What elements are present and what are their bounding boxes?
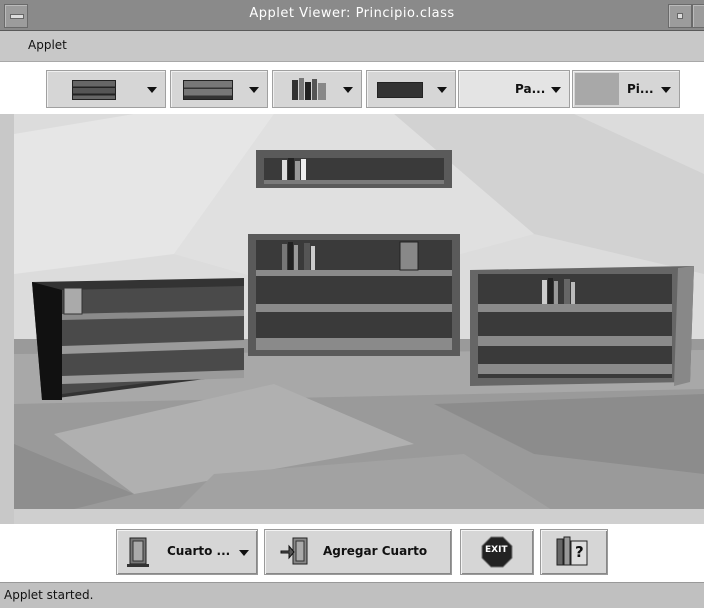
- floor-swatch-icon: [575, 73, 619, 105]
- floor-edge: [14, 509, 704, 524]
- chevron-down-icon: [661, 87, 671, 93]
- exit-button[interactable]: EXIT: [460, 529, 534, 575]
- book[interactable]: [311, 246, 315, 270]
- shelf-style-dropdown-3[interactable]: [366, 70, 456, 108]
- bottom-toolbar: Cuarto ... Agregar Cuarto EXIT ?: [0, 524, 704, 582]
- applet-viewer-window: Applet Viewer: Principio.class Applet Pa…: [0, 0, 704, 608]
- room-select-label: Cuarto ...: [167, 544, 231, 558]
- book[interactable]: [399, 241, 419, 271]
- center-bookcase[interactable]: [248, 234, 460, 356]
- shelf-style-dropdown-1[interactable]: [46, 70, 166, 108]
- floor-pattern-dropdown[interactable]: Pi...: [572, 70, 680, 108]
- shelf-swatch-icon: [183, 80, 233, 100]
- menu-bar: Applet: [0, 31, 704, 62]
- chevron-down-icon: [239, 550, 249, 556]
- book[interactable]: [288, 242, 293, 270]
- book[interactable]: [304, 243, 310, 270]
- exit-label: EXIT: [485, 545, 508, 555]
- door-icon: [127, 537, 149, 567]
- title-bar[interactable]: Applet Viewer: Principio.class: [0, 0, 704, 31]
- book[interactable]: [542, 280, 547, 304]
- help-button[interactable]: ?: [540, 529, 608, 575]
- add-room-button[interactable]: Agregar Cuarto: [264, 529, 452, 575]
- floor-pattern-label: Pi...: [627, 82, 654, 96]
- chevron-down-icon: [343, 87, 353, 93]
- books-icon: [292, 78, 326, 100]
- help-books-icon: [556, 536, 588, 566]
- chevron-down-icon: [147, 87, 157, 93]
- style-toolbar: Pa... Pi...: [0, 62, 704, 114]
- room-canvas[interactable]: [14, 114, 704, 524]
- book[interactable]: [554, 281, 558, 304]
- minimize-icon: [677, 13, 683, 19]
- left-margin: [0, 114, 14, 524]
- shelf-swatch-icon: [377, 82, 423, 98]
- book[interactable]: [282, 160, 287, 180]
- wall-shelf[interactable]: [256, 150, 452, 188]
- book[interactable]: [295, 161, 300, 180]
- wall-pattern-dropdown[interactable]: Pa...: [458, 70, 570, 108]
- chevron-down-icon: [551, 87, 561, 93]
- help-label: ?: [575, 543, 584, 561]
- book[interactable]: [282, 244, 287, 270]
- enter-door-icon: [280, 537, 308, 565]
- book[interactable]: [548, 278, 553, 304]
- shelf-style-dropdown-2[interactable]: [170, 70, 268, 108]
- add-room-label: Agregar Cuarto: [323, 544, 428, 558]
- books-style-dropdown[interactable]: [272, 70, 362, 108]
- status-text: Applet started.: [4, 588, 94, 602]
- menu-applet[interactable]: Applet: [28, 38, 67, 52]
- shelf-swatch-icon: [72, 80, 116, 100]
- chevron-down-icon: [437, 87, 447, 93]
- chevron-down-icon: [249, 87, 259, 93]
- book[interactable]: [564, 279, 570, 304]
- maximize-button[interactable]: [692, 4, 704, 28]
- book[interactable]: [294, 245, 298, 270]
- book[interactable]: [288, 158, 294, 180]
- book[interactable]: [301, 159, 306, 180]
- book[interactable]: [571, 282, 575, 304]
- room-select-dropdown[interactable]: Cuarto ...: [116, 529, 258, 575]
- room-scene[interactable]: [14, 114, 704, 524]
- wall-pattern-label: Pa...: [515, 82, 546, 96]
- right-bookcase[interactable]: [470, 266, 694, 386]
- minimize-button[interactable]: [668, 4, 692, 28]
- window-title: Applet Viewer: Principio.class: [249, 6, 455, 21]
- book[interactable]: [63, 287, 83, 315]
- status-bar: Applet started.: [0, 582, 704, 608]
